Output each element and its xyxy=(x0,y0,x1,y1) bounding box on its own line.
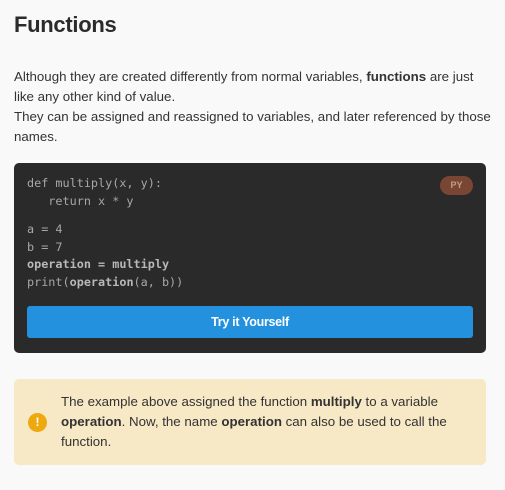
intro-text-part: Although they are created differently fr… xyxy=(14,69,367,84)
note-text-part: . Now, the name xyxy=(121,414,222,429)
note-bold: operation xyxy=(61,414,122,429)
page: Functions Although they are created diff… xyxy=(0,0,505,490)
intro-bold: functions xyxy=(366,69,427,84)
code-line: operation = multiply xyxy=(27,257,170,271)
code-line: def multiply(x, y): xyxy=(27,176,162,190)
code-line: print(operation(a, b)) xyxy=(27,275,183,289)
note-text-part: The example above assigned the function xyxy=(61,394,311,409)
code-example: def multiply(x, y): return x * y a = 4 b … xyxy=(14,163,486,353)
code-line: b = 7 xyxy=(27,239,63,254)
try-it-yourself-button[interactable]: Try it Yourself xyxy=(27,306,473,338)
language-badge: PY xyxy=(440,176,473,195)
code-line: return x * y xyxy=(27,193,134,208)
note-text: The example above assigned the function … xyxy=(61,392,476,452)
intro-text: Although they are created differently fr… xyxy=(14,67,494,147)
info-note: ! The example above assigned the functio… xyxy=(14,379,486,465)
code-token: operation xyxy=(69,274,134,289)
note-bold: operation xyxy=(221,414,282,429)
code-token: print( xyxy=(27,274,70,289)
note-bold: multiply xyxy=(310,394,362,409)
exclamation-icon: ! xyxy=(28,413,47,432)
code-block[interactable]: def multiply(x, y): return x * y a = 4 b … xyxy=(27,175,183,291)
page-title: Functions xyxy=(14,12,117,37)
note-text-part: to a variable xyxy=(361,394,438,409)
code-line: a = 4 xyxy=(27,222,63,236)
intro-text-part: They can be assigned and reassigned to v… xyxy=(14,109,491,144)
code-token: (a, b)) xyxy=(133,274,184,289)
